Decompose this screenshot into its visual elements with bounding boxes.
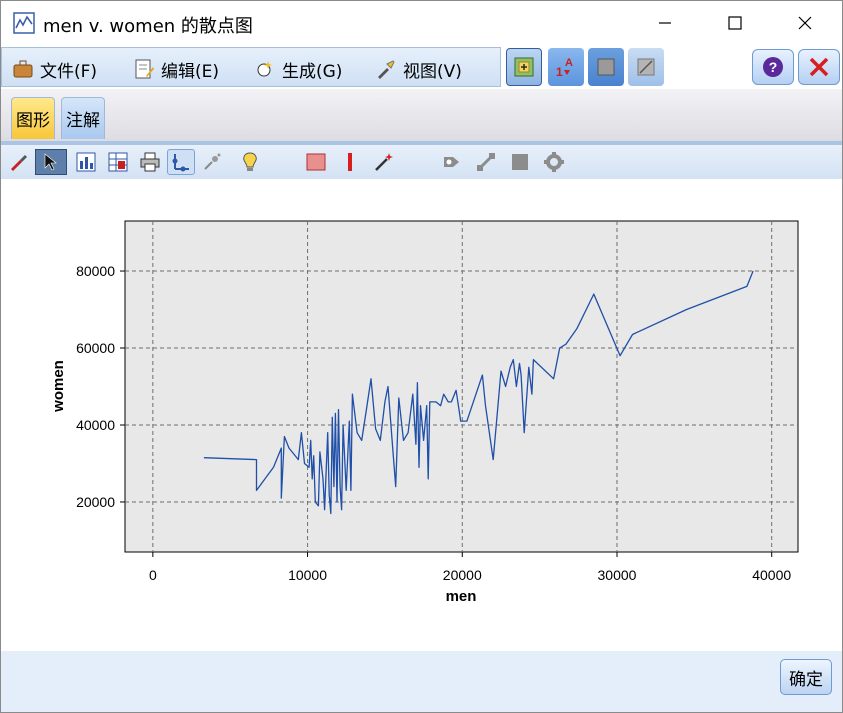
add-graph-icon	[514, 57, 534, 77]
tab-graph-label: 图形	[16, 111, 50, 131]
node-icon	[444, 157, 459, 167]
magic-wand-button[interactable]	[371, 149, 397, 175]
brush-icon	[11, 155, 27, 171]
node-button[interactable]	[439, 149, 465, 175]
x-tick-label: 20000	[443, 567, 482, 583]
diagonal-icon	[477, 153, 495, 171]
menu-view-label: 视图(V)	[403, 61, 462, 82]
axis-icon	[172, 154, 189, 172]
scatter-icon	[204, 153, 221, 170]
x-tick-label: 0	[149, 567, 157, 583]
red-square-icon	[306, 153, 326, 171]
red-x-icon	[809, 57, 829, 77]
x-tick-label: 10000	[288, 567, 327, 583]
x-axis-ticks: 0 10000 20000 30000 40000	[149, 552, 791, 583]
close-icon	[798, 16, 812, 30]
add-graph-button[interactable]	[506, 48, 542, 86]
sort-axis-button[interactable]: 1A	[548, 48, 584, 86]
menu-file[interactable]: 文件(F)	[12, 57, 98, 82]
lightbulb-icon	[243, 152, 257, 171]
edit-document-icon	[135, 59, 154, 79]
menu-edit-label: 编辑(E)	[161, 61, 220, 82]
title-bar: men v. women 的散点图	[1, 1, 842, 45]
help-button[interactable]: ?	[752, 49, 794, 85]
square-button[interactable]	[507, 149, 533, 175]
briefcase-icon	[13, 60, 33, 78]
footer-bar	[1, 651, 842, 712]
generate-sparkle-icon	[257, 61, 272, 77]
menu-file-label: 文件(F)	[40, 61, 98, 82]
svg-text:A: A	[565, 57, 573, 69]
svg-text:?: ?	[769, 59, 778, 75]
tab-annotation[interactable]: 注解	[61, 97, 105, 139]
pointer-button[interactable]	[35, 149, 67, 175]
tab-graph[interactable]: 图形	[11, 97, 55, 139]
red-square-button[interactable]	[303, 149, 329, 175]
minimize-icon	[659, 22, 671, 24]
x-tick-label: 40000	[752, 567, 791, 583]
sort-axis-icon: 1A	[556, 57, 573, 79]
y-axis-ticks: 20000 40000 60000 80000	[76, 263, 125, 510]
flashlight-icon	[378, 60, 395, 79]
x-axis-label: men	[446, 588, 477, 605]
help-icon: ?	[763, 57, 783, 77]
magic-wand-icon	[375, 153, 393, 171]
frame-button[interactable]	[588, 48, 624, 86]
tab-strip: 图形 注解	[1, 89, 842, 145]
close-chart-button[interactable]	[798, 49, 840, 85]
line-chart: 0 10000 20000 30000 40000 20000 40000 60000 800…	[50, 220, 799, 605]
ok-button[interactable]: 确定	[780, 659, 832, 695]
print-button[interactable]	[137, 149, 163, 175]
svg-text:1: 1	[556, 65, 563, 79]
gear-button[interactable]	[541, 149, 567, 175]
close-window-button[interactable]	[782, 7, 828, 39]
table-button[interactable]	[105, 149, 131, 175]
brush-button[interactable]	[5, 149, 31, 175]
scatter-button[interactable]	[199, 149, 225, 175]
y-tick-label: 40000	[76, 417, 115, 433]
table-icon	[108, 152, 128, 172]
chart-area: 0 10000 20000 30000 40000 20000 40000 60000 800…	[1, 179, 842, 651]
line-chart-icon	[13, 12, 35, 34]
print-icon	[140, 152, 160, 172]
red-line-icon	[348, 153, 352, 171]
chart-window: men v. women 的散点图 文件(F) 编辑(E) 生成(G) 视图(V…	[0, 0, 843, 713]
y-axis-label: women	[50, 360, 67, 413]
menu-edit[interactable]: 编辑(E)	[133, 57, 220, 82]
axis-button[interactable]	[167, 149, 195, 175]
tab-annotation-label: 注解	[66, 111, 100, 131]
menu-bar: 文件(F) 编辑(E) 生成(G) 视图(V)	[1, 47, 501, 87]
x-tick-label: 30000	[598, 567, 637, 583]
chart-toolbar	[1, 145, 842, 179]
menu-view[interactable]: 视图(V)	[375, 57, 462, 82]
y-tick-label: 20000	[76, 494, 115, 510]
y-tick-label: 80000	[76, 263, 115, 279]
diagonal-button[interactable]	[473, 149, 499, 175]
red-line-button[interactable]	[337, 149, 363, 175]
window-title: men v. women 的散点图	[43, 16, 253, 37]
maximize-icon	[728, 16, 742, 30]
square-icon	[512, 154, 528, 170]
bar-chart-icon	[76, 152, 96, 172]
menu-generate-label: 生成(G)	[282, 61, 343, 82]
gear-icon	[544, 152, 564, 172]
y-tick-label: 60000	[76, 340, 115, 356]
frame-icon	[597, 58, 615, 76]
line-frame-icon	[637, 58, 655, 76]
minimize-button[interactable]	[642, 7, 688, 39]
bar-chart-button[interactable]	[73, 149, 99, 175]
pointer-icon	[44, 153, 57, 171]
line-frame-button[interactable]	[628, 48, 664, 86]
menu-generate[interactable]: 生成(G)	[254, 57, 343, 82]
lightbulb-button[interactable]	[237, 149, 263, 175]
maximize-button[interactable]	[712, 7, 758, 39]
